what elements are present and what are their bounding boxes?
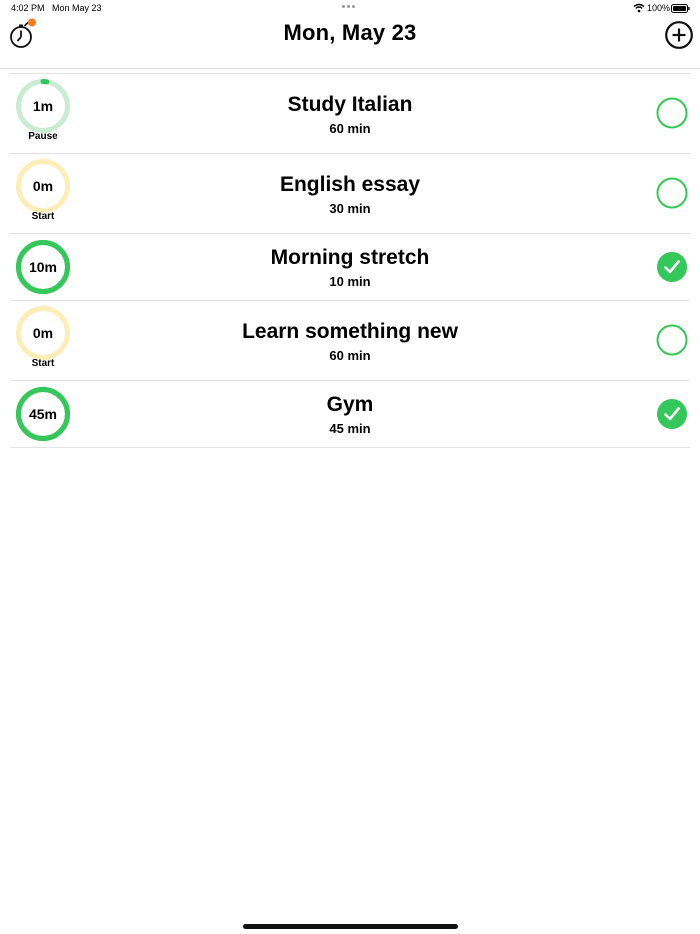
task-name: Learn something new [242, 320, 458, 343]
task-row[interactable]: 10m Morning stretch 10 min [10, 234, 690, 301]
complete-checkbox[interactable] [656, 97, 688, 129]
task-name: Study Italian [287, 93, 413, 116]
elapsed-time: 1m [32, 98, 54, 114]
battery-icon [671, 4, 690, 13]
task-row[interactable]: 0m Start Learn something new 60 min [10, 301, 690, 381]
task-duration: 60 min [329, 121, 371, 136]
task-list: 1m Pause Study Italian 60 min 0m Start E… [10, 73, 690, 448]
task-name: English essay [279, 173, 421, 196]
add-task-button[interactable] [664, 20, 694, 50]
complete-checkbox[interactable] [656, 324, 688, 356]
complete-checkbox[interactable] [656, 251, 688, 283]
task-row[interactable]: 0m Start English essay 30 min [10, 154, 690, 234]
home-indicator[interactable] [243, 924, 458, 929]
pause-button[interactable]: Pause [14, 131, 72, 142]
progress-ring[interactable]: 45m [14, 385, 72, 443]
progress-ring[interactable]: 0m [14, 157, 72, 215]
task-duration: 30 min [329, 201, 371, 216]
complete-checkbox[interactable] [656, 177, 688, 209]
task-duration: 45 min [329, 421, 371, 436]
complete-checkbox[interactable] [656, 398, 688, 430]
elapsed-time: 10m [28, 259, 58, 275]
page-title: Mon, May 23 [283, 20, 417, 45]
status-date: Mon May 23 [52, 3, 102, 13]
task-row[interactable]: 1m Pause Study Italian 60 min [10, 74, 690, 154]
task-name: Morning stretch [270, 246, 430, 269]
task-name: Gym [326, 393, 374, 416]
elapsed-time: 0m [32, 325, 54, 341]
progress-ring[interactable]: 1m [14, 77, 72, 135]
task-duration: 10 min [329, 274, 371, 289]
task-duration: 60 min [329, 348, 371, 363]
wifi-icon [633, 3, 645, 13]
start-button[interactable]: Start [14, 358, 72, 369]
navigation-bar: Mon, May 23 [0, 18, 700, 69]
status-time: 4:02 PM [11, 3, 45, 13]
task-row[interactable]: 45m Gym 45 min [10, 381, 690, 448]
multitasking-dots[interactable] [342, 5, 358, 9]
status-bar: 4:02 PM Mon May 23 100% [0, 0, 700, 18]
battery-percent: 100% [647, 3, 671, 13]
elapsed-time: 45m [28, 406, 58, 422]
progress-ring[interactable]: 0m [14, 304, 72, 362]
progress-ring[interactable]: 10m [14, 238, 72, 296]
start-button[interactable]: Start [14, 211, 72, 222]
elapsed-time: 0m [32, 178, 54, 194]
